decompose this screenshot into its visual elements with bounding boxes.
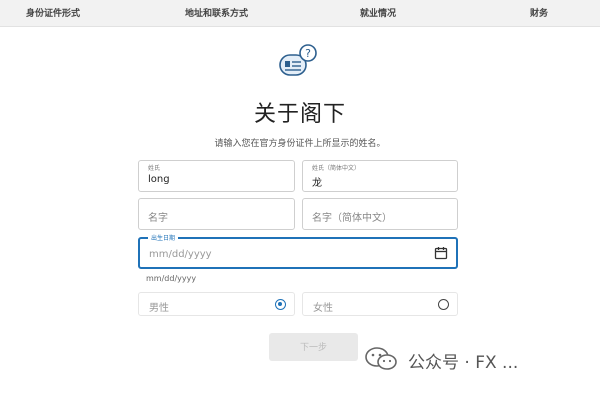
nav-step-address: 地址和联系方式 [185,9,249,19]
nav-step-finance: 财务 [530,9,549,19]
watermark-text: 公众号 · FX ... [408,353,519,373]
id-card-question-icon: ? [279,44,317,76]
nav-step-employment: 就业情况 [360,9,397,19]
page-subtitle: 请输入您在官方身份证件上所显示的姓名。 [214,139,386,149]
surname-field[interactable]: 姓氏 long [138,160,295,192]
calendar-icon[interactable] [434,246,448,260]
dob-label: 出生日期 [148,233,179,242]
dob-hint: mm/dd/yyyy [146,274,197,283]
gender-female-option[interactable]: 女性 [302,292,458,316]
page-title: 关于阁下 [253,102,346,127]
given-name-field[interactable]: 名字 [138,198,295,230]
given-name-cn-field[interactable]: 名字（简体中文） [302,198,458,230]
gender-male-radio[interactable] [275,299,286,310]
progress-nav: 身份证件形式 地址和联系方式 就业情况 财务 [0,0,600,27]
wechat-icon [365,347,397,370]
svg-text:?: ? [305,47,311,60]
given-name-placeholder: 名字 [148,213,168,224]
gender-female-label: 女性 [313,303,333,314]
surname-cn-label: 姓氏（简体中文） [312,165,361,172]
next-button[interactable]: 下一步 [269,333,358,361]
given-name-cn-placeholder: 名字（简体中文） [312,213,392,224]
surname-label: 姓氏 [148,165,161,172]
surname-cn-value: 龙 [312,178,322,189]
gender-male-label: 男性 [149,303,169,314]
surname-cn-field[interactable]: 姓氏（简体中文） 龙 [302,160,458,192]
dob-placeholder: mm/dd/yyyy [149,249,212,260]
gender-male-option[interactable]: 男性 [138,292,295,316]
dob-field[interactable]: 出生日期 mm/dd/yyyy [138,233,458,269]
nav-step-id: 身份证件形式 [26,9,81,19]
surname-value: long [148,174,170,185]
gender-female-radio[interactable] [438,299,449,310]
